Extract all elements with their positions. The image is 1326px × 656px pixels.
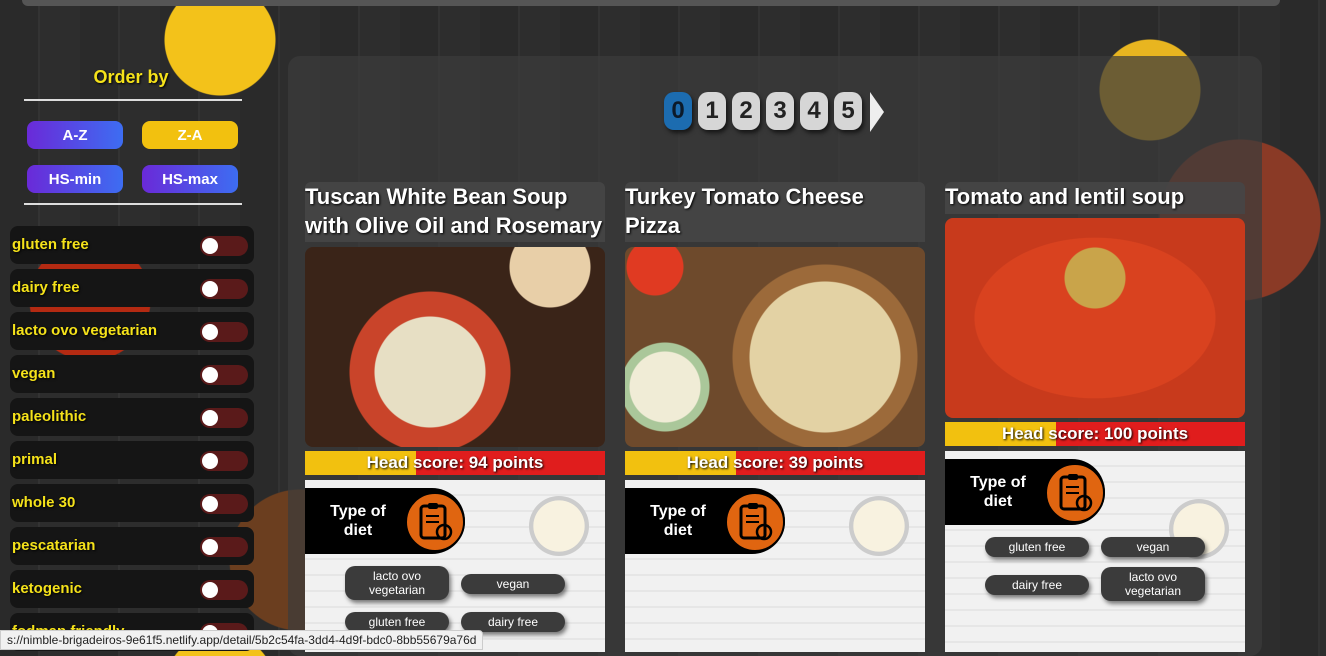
diet-clipboard-icon	[1045, 463, 1105, 523]
diet-section: Type of diet lacto ovo vegetarian vegan g…	[305, 480, 605, 652]
filter-dairy-free: dairy free	[10, 269, 254, 307]
filter-label: gluten free	[12, 236, 89, 253]
page-button-1[interactable]: 1	[698, 92, 726, 130]
diet-header-label: Type of diet	[325, 502, 391, 540]
filter-ketogenic: ketogenic	[10, 570, 254, 608]
divider	[24, 99, 242, 101]
sidebar: Order by A-Z Z-A HS-min HS-max gluten fr…	[0, 60, 262, 651]
diet-label-line: Type of	[650, 503, 706, 520]
sort-za-button[interactable]: Z-A	[142, 121, 238, 149]
diet-tag: dairy free	[985, 575, 1089, 595]
filter-toggle[interactable]	[200, 322, 248, 342]
recipe-title: Turkey Tomato Cheese Pizza	[625, 182, 925, 242]
status-bar-url: s://nimble-brigadeiros-9e61f5.netlify.ap…	[0, 630, 484, 650]
filter-label: lacto ovo vegetarian	[12, 322, 158, 339]
diet-clipboard-icon	[725, 492, 785, 552]
filter-label: paleolithic	[12, 408, 87, 425]
recipe-title: Tomato and lentil soup	[945, 182, 1245, 214]
sort-az-button[interactable]: A-Z	[27, 121, 123, 149]
page-button-2[interactable]: 2	[732, 92, 760, 130]
diet-label-line: diet	[663, 522, 693, 539]
recipe-title-line: with Olive Oil and Rosemary	[305, 213, 603, 238]
sort-hs-max-button[interactable]: HS-max	[142, 165, 238, 193]
diet-tag: lacto ovo vegetarian	[1101, 567, 1205, 601]
filter-toggle[interactable]	[200, 580, 248, 600]
next-page-arrow-icon[interactable]	[870, 92, 884, 132]
filter-label: ketogenic	[12, 580, 83, 597]
filter-primal: primal	[10, 441, 254, 479]
sauce-bowl-image	[849, 496, 909, 556]
filter-toggle[interactable]	[200, 236, 248, 256]
page-button-0[interactable]: 0	[664, 92, 692, 130]
diet-label-line: Type of	[330, 503, 386, 520]
toggle-knob	[202, 496, 218, 512]
filter-vegan: vegan	[10, 355, 254, 393]
recipe-card[interactable]: Tomato and lentil soup Head score: 100 p…	[945, 182, 1245, 652]
pagination: 0 1 2 3 4 5	[664, 92, 884, 132]
filter-paleolithic: paleolithic	[10, 398, 254, 436]
diet-section: Type of diet	[625, 480, 925, 652]
divider	[24, 203, 242, 205]
toggle-knob	[202, 324, 218, 340]
diet-header-label: Type of diet	[645, 502, 711, 540]
recipe-title-line: Tomato and lentil soup	[945, 184, 1185, 209]
filter-whole-30: whole 30	[10, 484, 254, 522]
diet-label-line: diet	[983, 493, 1013, 510]
diet-tag: vegan	[461, 574, 565, 594]
top-bar	[22, 0, 1280, 6]
filter-toggle[interactable]	[200, 494, 248, 514]
toggle-knob	[202, 367, 218, 383]
filter-gluten-free: gluten free	[10, 226, 254, 264]
toggle-knob	[202, 453, 218, 469]
head-score: Head score: 94 points	[305, 451, 605, 475]
filter-toggle[interactable]	[200, 408, 248, 428]
sauce-bowl-image	[529, 496, 589, 556]
recipe-image[interactable]	[945, 218, 1245, 418]
toggle-knob	[202, 539, 218, 555]
diet-tag: vegan	[1101, 537, 1205, 557]
page-button-3[interactable]: 3	[766, 92, 794, 130]
recipe-title-line: Tuscan White Bean Soup	[305, 184, 568, 209]
head-score: Head score: 39 points	[625, 451, 925, 475]
toggle-knob	[202, 238, 218, 254]
toggle-knob	[202, 410, 218, 426]
page-button-5[interactable]: 5	[834, 92, 862, 130]
filter-label: pescatarian	[12, 537, 96, 554]
head-score: Head score: 100 points	[945, 422, 1245, 446]
recipe-card[interactable]: Tuscan White Bean Soup with Olive Oil an…	[305, 182, 605, 652]
diet-label-line: Type of	[970, 474, 1026, 491]
diet-header: Type of diet	[945, 459, 1105, 525]
diet-tag: gluten free	[985, 537, 1089, 557]
diet-clipboard-icon	[405, 492, 465, 552]
diet-header: Type of diet	[625, 488, 785, 554]
filter-label: primal	[12, 451, 58, 468]
recipe-title: Tuscan White Bean Soup with Olive Oil an…	[305, 182, 605, 242]
toggle-knob	[202, 281, 218, 297]
filter-toggle[interactable]	[200, 279, 248, 299]
diet-tag: dairy free	[461, 612, 565, 632]
diet-header-label: Type of diet	[965, 473, 1031, 511]
recipe-image[interactable]	[305, 247, 605, 447]
filter-label: whole 30	[12, 494, 76, 511]
diet-label-line: diet	[343, 522, 373, 539]
toggle-knob	[202, 582, 218, 598]
order-by-title: Order by	[93, 67, 169, 87]
sort-hs-min-button[interactable]: HS-min	[27, 165, 123, 193]
filter-toggle[interactable]	[200, 451, 248, 471]
diet-header: Type of diet	[305, 488, 465, 554]
diet-tag: lacto ovo vegetarian	[345, 566, 449, 600]
recipe-card[interactable]: Turkey Tomato Cheese Pizza Head score: 3…	[625, 182, 925, 652]
filter-label: dairy free	[12, 279, 80, 296]
filter-toggle[interactable]	[200, 365, 248, 385]
recipe-image[interactable]	[625, 247, 925, 447]
recipe-title-line: Turkey Tomato Cheese	[625, 184, 864, 209]
recipe-title-line: Pizza	[625, 213, 681, 238]
filter-pescatarian: pescatarian	[10, 527, 254, 565]
diet-section: Type of diet gluten free vegan dairy free…	[945, 451, 1245, 652]
filter-lacto-ovo-vegetarian: lacto ovo vegetarian	[10, 312, 254, 350]
diet-tag: gluten free	[345, 612, 449, 632]
filter-label: vegan	[12, 365, 56, 382]
page-button-4[interactable]: 4	[800, 92, 828, 130]
filter-toggle[interactable]	[200, 537, 248, 557]
